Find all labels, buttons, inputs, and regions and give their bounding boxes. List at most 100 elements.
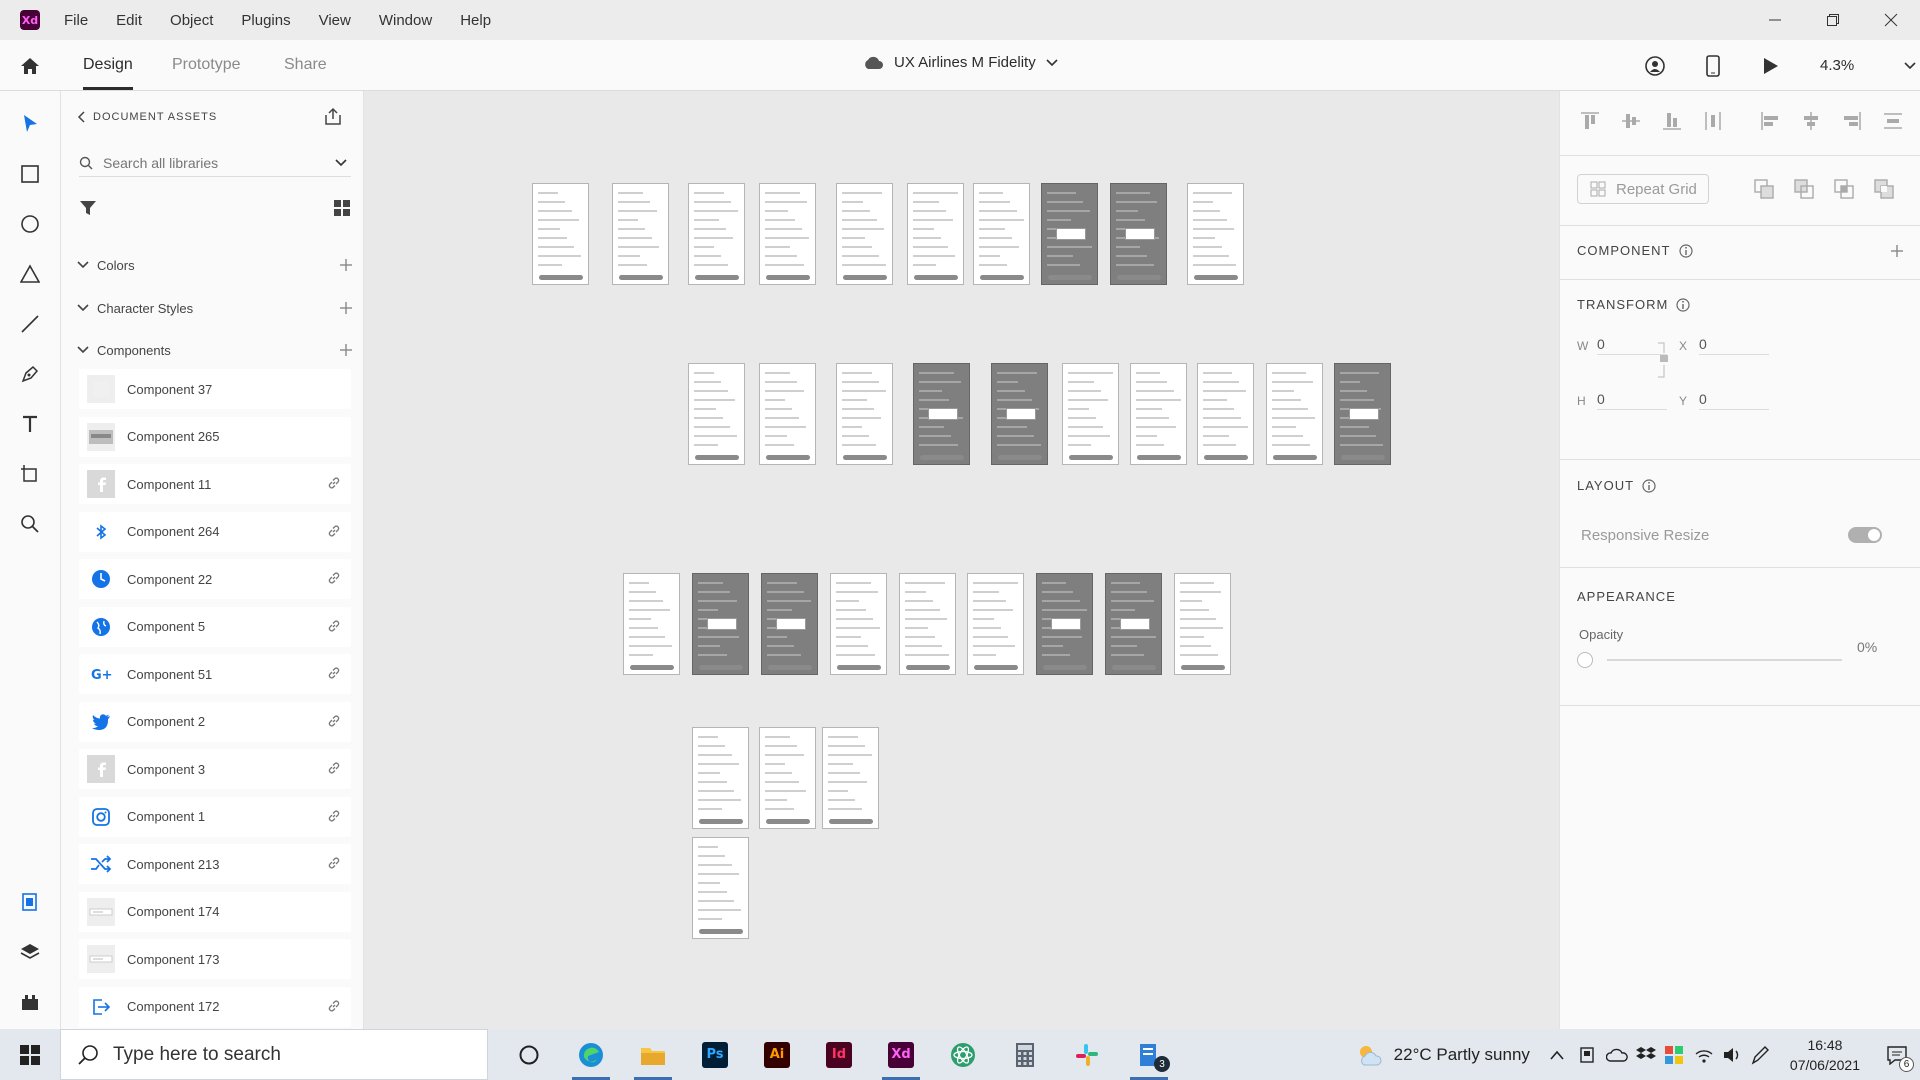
x-field[interactable]: X 0	[1679, 336, 1769, 355]
plus-icon[interactable]	[339, 301, 353, 315]
opacity-slider-knob[interactable]	[1577, 652, 1593, 668]
taskbar-file-explorer[interactable]	[622, 1029, 684, 1080]
colors-section[interactable]: Colors	[77, 254, 353, 276]
boolean-add-button[interactable]	[1754, 179, 1774, 204]
y-value[interactable]: 0	[1699, 391, 1769, 410]
component-item[interactable]: Component 37	[79, 369, 351, 409]
plugins-panel-toggle[interactable]	[17, 989, 43, 1015]
artboard[interactable]	[688, 363, 745, 465]
artboard[interactable]	[1036, 573, 1093, 675]
components-section[interactable]: Components	[77, 339, 353, 361]
boolean-subtract-button[interactable]	[1794, 179, 1814, 204]
distribute-vertical-button[interactable]	[1703, 111, 1723, 131]
artboard[interactable]	[532, 183, 589, 285]
zoom-tool[interactable]	[17, 511, 43, 537]
home-button[interactable]	[17, 53, 43, 79]
artboard[interactable]	[623, 573, 680, 675]
artboard[interactable]	[1062, 363, 1119, 465]
artboard[interactable]	[692, 573, 749, 675]
height-field[interactable]: H 0	[1577, 391, 1667, 410]
responsive-resize-toggle[interactable]	[1848, 527, 1882, 543]
minimize-button[interactable]	[1746, 0, 1804, 40]
link-icon[interactable]	[327, 524, 341, 543]
artboard[interactable]	[1130, 363, 1187, 465]
info-icon[interactable]	[1676, 297, 1690, 312]
align-top-button[interactable]	[1580, 111, 1600, 131]
chevron-up-icon[interactable]	[1550, 1050, 1564, 1060]
link-icon[interactable]	[327, 809, 341, 828]
invite-button[interactable]	[1626, 55, 1684, 77]
pen-tool[interactable]	[17, 361, 43, 387]
align-middle-button[interactable]	[1621, 111, 1641, 131]
taskbar-notes[interactable]: 3	[1118, 1029, 1180, 1080]
height-value[interactable]: 0	[1597, 391, 1667, 410]
component-item[interactable]: Component 174	[79, 891, 351, 932]
info-icon[interactable]	[1642, 478, 1656, 493]
search-input[interactable]	[103, 154, 303, 171]
distribute-horizontal-button[interactable]	[1883, 111, 1903, 131]
grid-view-icon[interactable]	[333, 199, 351, 217]
wifi-icon[interactable]	[1694, 1046, 1714, 1064]
component-item[interactable]: Component 22	[79, 559, 351, 599]
rectangle-tool[interactable]	[17, 161, 43, 187]
artboard[interactable]	[836, 363, 893, 465]
tab-prototype[interactable]: Prototype	[172, 56, 240, 74]
artboard[interactable]	[1266, 363, 1323, 465]
opacity-value[interactable]: 0%	[1857, 639, 1877, 655]
opacity-slider-track[interactable]	[1607, 659, 1842, 661]
align-left-button[interactable]	[1760, 111, 1780, 131]
artboard-tool[interactable]	[17, 461, 43, 487]
tab-design[interactable]: Design	[83, 56, 133, 74]
system-clock[interactable]: 16:48 07/06/2021	[1790, 1035, 1860, 1075]
component-item[interactable]: Component 173	[79, 939, 351, 979]
component-item[interactable]: Component 11	[79, 464, 351, 504]
taskbar-atom[interactable]	[932, 1029, 994, 1080]
close-button[interactable]	[1862, 0, 1920, 40]
repeat-grid-button[interactable]: Repeat Grid	[1577, 174, 1709, 204]
assets-back-button[interactable]: DOCUMENT ASSETS	[77, 111, 217, 123]
artboard[interactable]	[899, 573, 956, 675]
export-assets-button[interactable]	[323, 107, 343, 132]
taskbar-photoshop[interactable]: Ps	[684, 1029, 746, 1080]
line-tool[interactable]	[17, 311, 43, 337]
x-value[interactable]: 0	[1699, 336, 1769, 355]
artboard[interactable]	[761, 573, 818, 675]
link-icon[interactable]	[327, 761, 341, 780]
filter-icon[interactable]	[79, 199, 97, 217]
artboard[interactable]	[913, 363, 970, 465]
device-preview-button[interactable]	[1684, 54, 1742, 77]
library-search[interactable]	[79, 149, 351, 177]
component-item[interactable]: Component 264	[79, 511, 351, 552]
artboard[interactable]	[1334, 363, 1391, 465]
artboard[interactable]	[1174, 573, 1231, 675]
artboard[interactable]	[1187, 183, 1244, 285]
start-button[interactable]	[0, 1029, 60, 1080]
chevron-down-icon[interactable]	[335, 158, 347, 167]
artboard[interactable]	[759, 727, 816, 829]
plus-icon[interactable]	[339, 343, 353, 357]
weather-widget[interactable]: 22°C Partly sunny	[1356, 1043, 1530, 1067]
artboard[interactable]	[1041, 183, 1098, 285]
menu-window[interactable]: Window	[379, 12, 432, 29]
width-field[interactable]: W 0	[1577, 336, 1667, 355]
boolean-exclude-button[interactable]	[1874, 179, 1894, 204]
design-canvas[interactable]	[364, 91, 1559, 1029]
plus-icon[interactable]	[1890, 244, 1904, 258]
artboard[interactable]	[1197, 363, 1254, 465]
plus-icon[interactable]	[339, 258, 353, 272]
menu-object[interactable]: Object	[170, 12, 213, 29]
artboard[interactable]	[836, 183, 893, 285]
link-icon[interactable]	[327, 714, 341, 733]
align-bottom-button[interactable]	[1662, 111, 1682, 131]
component-item[interactable]: Component 265	[79, 416, 351, 457]
menu-edit[interactable]: Edit	[116, 12, 142, 29]
artboard[interactable]	[967, 573, 1024, 675]
menu-file[interactable]: File	[64, 12, 88, 29]
menu-plugins[interactable]: Plugins	[241, 12, 290, 29]
info-icon[interactable]	[1678, 243, 1693, 258]
artboard[interactable]	[692, 837, 749, 939]
link-icon[interactable]	[327, 856, 341, 875]
device-icon[interactable]	[1578, 1046, 1596, 1064]
component-item[interactable]: Component 2	[79, 701, 351, 742]
taskbar-illustrator[interactable]: Ai	[746, 1029, 808, 1080]
